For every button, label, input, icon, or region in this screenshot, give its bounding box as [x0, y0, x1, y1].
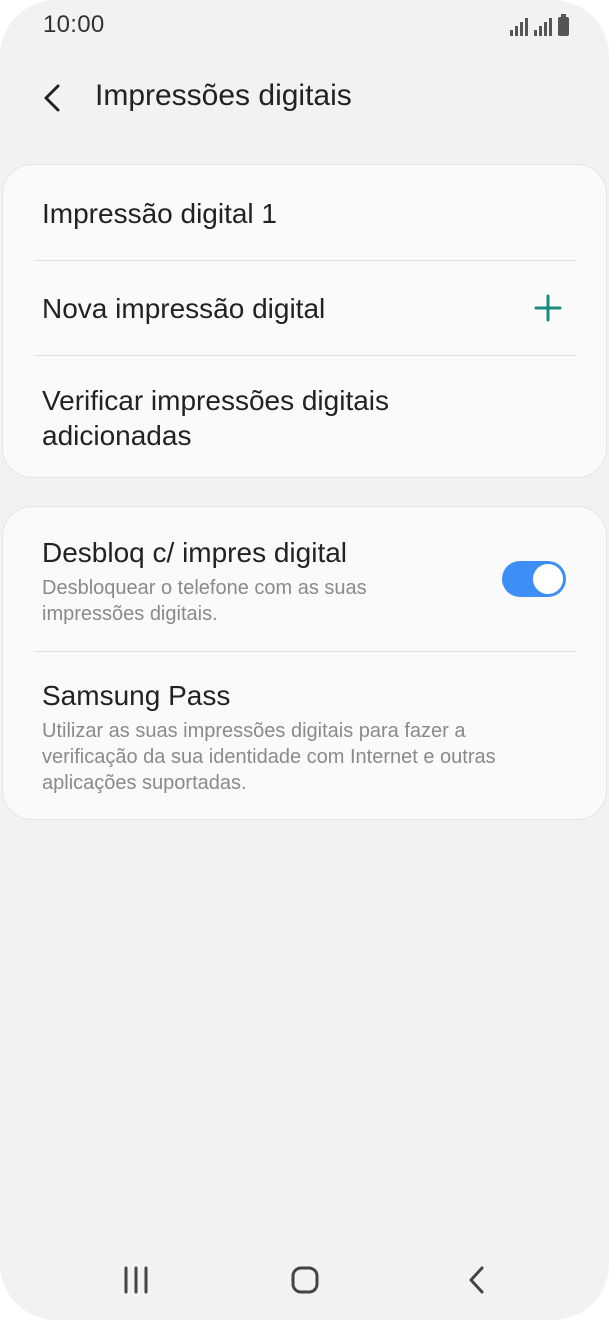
navigation-bar: [0, 1240, 609, 1320]
check-fingerprints-label: Verificar impressões digitais adicionada…: [42, 385, 390, 451]
check-fingerprints-item[interactable]: Verificar impressões digitais adicionada…: [3, 356, 608, 478]
chevron-left-icon: [44, 84, 60, 112]
samsung-pass-item[interactable]: Samsung Pass Utilizar as suas impressões…: [3, 652, 608, 820]
samsung-pass-title: Samsung Pass: [42, 680, 231, 711]
recent-apps-icon: [124, 1266, 148, 1294]
back-icon: [469, 1266, 484, 1294]
status-time: 10:00: [43, 11, 105, 38]
battery-icon: [558, 14, 569, 36]
back-button[interactable]: [38, 78, 70, 118]
fingerprint-unlock-toggle[interactable]: [502, 561, 566, 597]
signal-icon-2: [534, 16, 552, 36]
fingerprint-1-label: Impressão digital 1: [42, 198, 278, 229]
phone-screen: 10:00 Impressões digitais Impressão digi…: [0, 0, 609, 1320]
home-icon: [291, 1266, 319, 1294]
app-bar: Impressões digitais: [0, 68, 609, 128]
page-title: Impressões digitais: [95, 79, 352, 112]
plus-icon: [534, 294, 562, 322]
samsung-pass-subtitle: Utilizar as suas impressões digitais par…: [42, 720, 496, 794]
signal-icon: [510, 16, 528, 36]
home-button[interactable]: [280, 1262, 330, 1298]
add-fingerprint-label: Nova impressão digital: [42, 293, 326, 324]
nav-back-button[interactable]: [452, 1262, 502, 1298]
recent-apps-button[interactable]: [111, 1262, 161, 1298]
toggle-knob: [531, 562, 565, 596]
fingerprint-unlock-item[interactable]: Desbloq c/ impres digital Desbloquear o …: [3, 507, 608, 651]
fingerprint-1-item[interactable]: Impressão digital 1: [3, 165, 608, 260]
options-card: Desbloq c/ impres digital Desbloquear o …: [2, 506, 607, 820]
fingerprint-unlock-title: Desbloq c/ impres digital: [42, 537, 348, 568]
add-fingerprint-item[interactable]: Nova impressão digital: [3, 261, 608, 355]
fingerprint-unlock-subtitle: Desbloquear o telefone com as suas impre…: [42, 577, 367, 625]
status-bar: 10:00: [0, 0, 609, 52]
status-icons: [510, 14, 569, 36]
fingerprints-card: Impressão digital 1 Nova impressão digit…: [2, 164, 607, 478]
